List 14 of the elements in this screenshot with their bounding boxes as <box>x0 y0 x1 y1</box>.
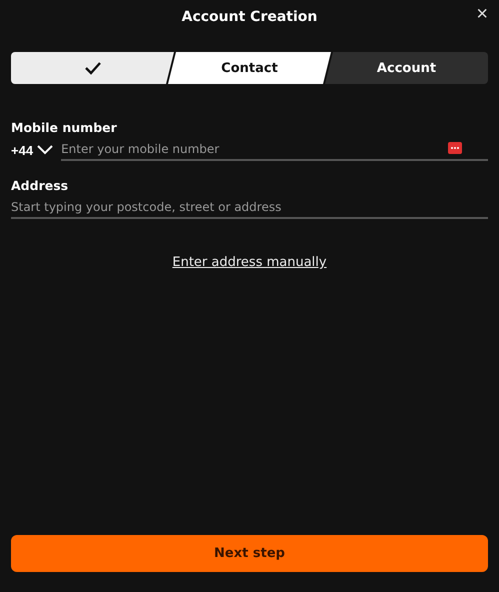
password-manager-icon[interactable] <box>448 142 462 154</box>
step-tab[interactable] <box>11 52 174 84</box>
chevron-down-icon <box>37 145 54 155</box>
next-step-button[interactable]: Next step <box>11 535 488 572</box>
field-label: Mobile number <box>11 120 118 135</box>
close-button[interactable]: × <box>474 4 490 24</box>
window-title: Account Creation <box>182 9 318 25</box>
step-tab[interactable]: Contact <box>168 52 331 84</box>
checkmark-icon <box>84 61 102 75</box>
step-tab[interactable]: Account <box>325 52 488 84</box>
manual-address-link[interactable]: Enter address manually <box>172 255 327 270</box>
field-label: Address <box>11 178 70 193</box>
address-field[interactable]: Start typing your postcode, street or address <box>11 197 488 219</box>
country-code-dropdown[interactable]: +44 <box>11 142 54 158</box>
